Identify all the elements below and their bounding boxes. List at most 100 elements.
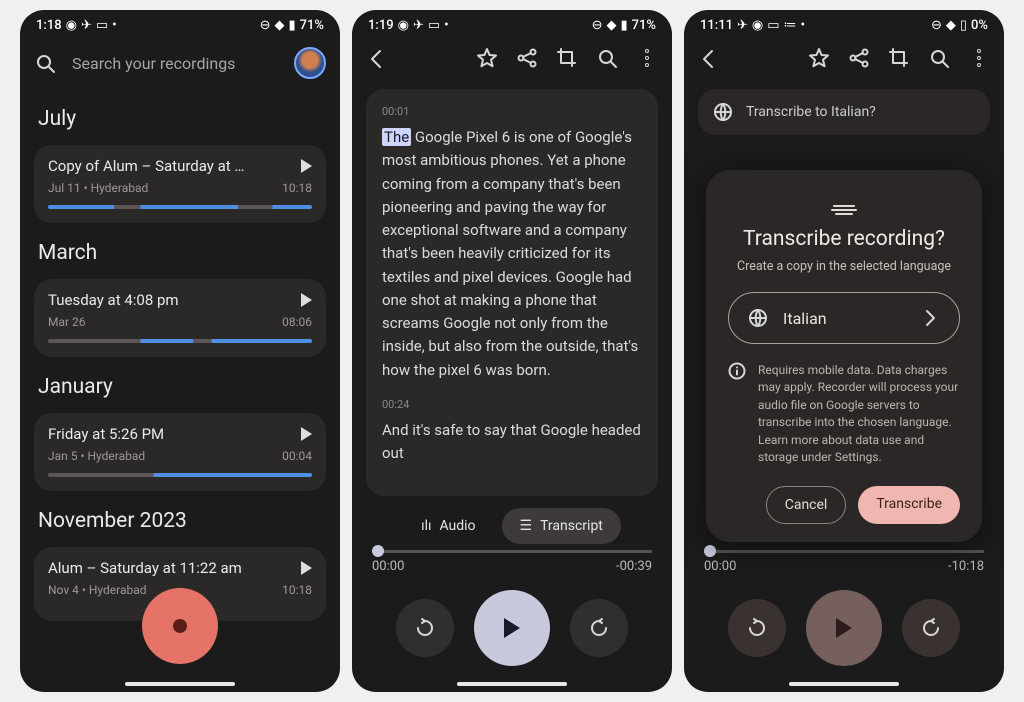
status-time: 11:11 [700,18,733,33]
search-icon[interactable] [928,47,950,69]
status-bar: 1:18 ◉ ✈ ▭ • ⊖ ◆ ▮ 71% [20,10,340,37]
transcript-paragraph: The Google Pixel 6 is one of Google's mo… [382,126,642,382]
telegram-icon: ✈ [81,18,92,33]
playback-controls [684,582,1004,692]
forward-button[interactable] [570,599,628,657]
back-icon[interactable] [698,47,720,69]
crop-icon[interactable] [888,47,910,69]
info-icon [728,362,746,380]
waveform[interactable] [48,339,312,343]
recording-meta: Jul 11 • Hyderabad [48,181,148,195]
play-icon[interactable] [301,159,312,173]
rewind-button[interactable] [396,599,454,657]
waveform[interactable] [48,205,312,209]
chevron-right-icon [919,307,941,329]
modal-title: Transcribe recording? [728,227,960,251]
play-button[interactable] [474,590,550,666]
battery-text: 0% [971,18,988,33]
recording-title: Alum – Saturday at 11:22 am [48,559,242,577]
globe-icon [747,307,769,329]
whatsapp-icon: ◉ [66,18,77,33]
dnd-icon: ⊖ [260,18,271,33]
modal-info-text: Requires mobile data. Data charges may a… [758,362,960,466]
rewind-button[interactable] [728,599,786,657]
star-icon[interactable] [476,47,498,69]
remaining-time: -10:18 [948,559,984,574]
star-icon[interactable] [808,47,830,69]
recording-card[interactable]: Tuesday at 4:08 pm Mar 26 08:06 [34,279,326,357]
crop-icon[interactable] [556,47,578,69]
text-lines-icon [831,205,857,215]
wifi-icon: ◆ [274,18,284,33]
play-button[interactable] [806,590,882,666]
profile-avatar[interactable] [294,47,326,79]
seek-slider[interactable] [704,550,984,553]
play-icon[interactable] [301,427,312,441]
transcript-lines-icon: ☰ [520,518,533,534]
back-icon[interactable] [366,47,388,69]
timestamp: 00:01 [382,103,642,120]
youtube-icon: ▭ [96,18,108,33]
status-time: 1:18 [36,18,62,33]
seek-thumb[interactable] [372,545,384,557]
recording-card[interactable]: Copy of Alum – Saturday at 11:2… Jul 11 … [34,145,326,223]
transcript-screen: 1:19 ◉✈▭• ⊖◆▮ 71% 00:01 The Google Pixel… [352,10,672,692]
transcript-tab[interactable]: ☰ Transcript [502,508,621,544]
search-icon [34,52,56,74]
selected-language: Italian [783,309,827,328]
highlighted-word: The [382,128,411,146]
status-bar: 1:19 ◉✈▭• ⊖◆▮ 71% [352,10,672,37]
play-icon[interactable] [301,293,312,307]
home-indicator[interactable] [125,682,235,686]
recording-title: Friday at 5:26 PM [48,425,164,443]
share-icon[interactable] [516,47,538,69]
elapsed-time: 00:00 [372,559,404,574]
recording-card[interactable]: Friday at 5:26 PM Jan 5 • Hyderabad 00:0… [34,413,326,491]
recording-meta: Nov 4 • Hyderabad [48,583,147,597]
section-header: November 2023 [20,497,340,541]
record-button[interactable] [142,588,218,664]
transcribe-dialog-screen: 11:11 ✈◉▭≔• ⊖◆▯ 0% Transcribe to Italian… [684,10,1004,692]
home-screen: 1:18 ◉ ✈ ▭ • ⊖ ◆ ▮ 71% Search your recor… [20,10,340,692]
elapsed-time: 00:00 [704,559,736,574]
search-icon[interactable] [596,47,618,69]
audio-tab[interactable]: ılı Audio [403,508,493,544]
recording-duration: 00:04 [282,449,312,463]
status-bar: 11:11 ✈◉▭≔• ⊖◆▯ 0% [684,10,1004,37]
more-icon[interactable] [636,47,658,69]
transcribe-banner[interactable]: Transcribe to Italian? [698,89,990,135]
seek-slider[interactable] [372,550,652,553]
recording-meta: Jan 5 • Hyderabad [48,449,145,463]
waveform[interactable] [48,473,312,477]
transcribe-button[interactable]: Transcribe [858,486,960,524]
cancel-button[interactable]: Cancel [766,486,847,524]
search-bar[interactable]: Search your recordings [20,37,340,95]
forward-icon [588,617,610,639]
playback-controls [352,582,672,692]
transcript-panel[interactable]: 00:01 The Google Pixel 6 is one of Googl… [366,89,658,496]
recording-title: Copy of Alum – Saturday at 11:2… [48,157,248,175]
home-indicator[interactable] [789,682,899,686]
battery-text: 71% [632,18,656,33]
recording-duration: 08:06 [282,315,312,329]
status-time: 1:19 [368,18,394,33]
section-header: January [20,363,340,407]
seek-thumb[interactable] [704,545,716,557]
recording-meta: Mar 26 [48,315,86,329]
battery-text: 71% [300,18,324,33]
globe-icon [712,101,734,123]
section-header: March [20,229,340,273]
recording-duration: 10:18 [282,583,312,597]
share-icon[interactable] [848,47,870,69]
more-icon[interactable] [968,47,990,69]
app-bar [684,37,1004,79]
transcribe-modal: Transcribe recording? Create a copy in t… [706,170,982,542]
language-selector[interactable]: Italian [728,292,960,344]
forward-button[interactable] [902,599,960,657]
home-indicator[interactable] [457,682,567,686]
play-icon [836,618,852,638]
timestamp: 00:24 [382,396,642,413]
forward-icon [920,617,942,639]
play-icon[interactable] [301,561,312,575]
section-header: July [20,95,340,139]
